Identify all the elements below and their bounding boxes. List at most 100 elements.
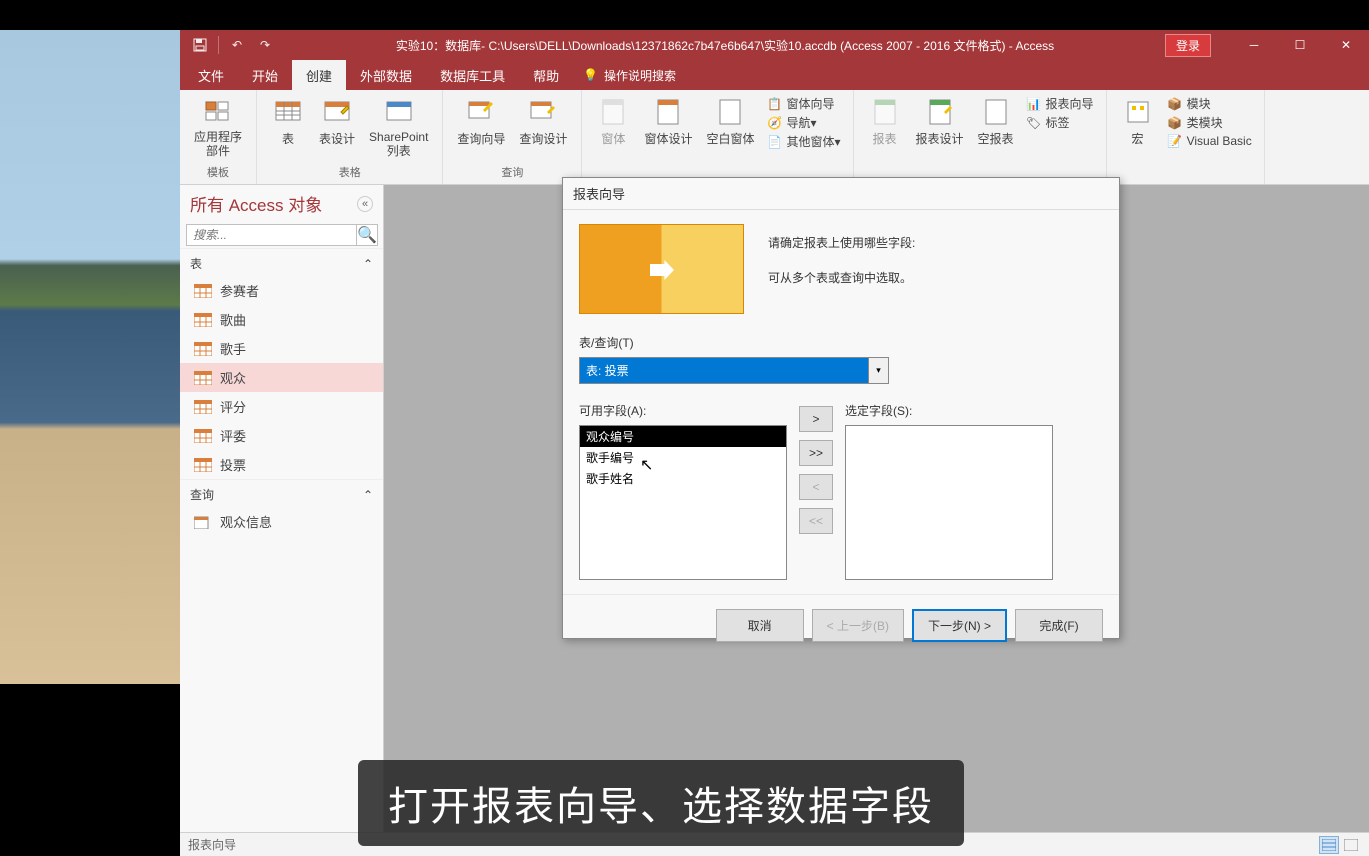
- titlebar: ↶ ↷ 实验10：数据库- C:\Users\DELL\Downloads\12…: [180, 30, 1369, 60]
- sharepoint-icon: [383, 96, 415, 128]
- menu-create[interactable]: 创建: [292, 60, 346, 91]
- report-wizard-button[interactable]: 📊报表向导: [1022, 94, 1098, 113]
- form-wizard-button[interactable]: 📋窗体向导: [762, 94, 844, 113]
- report-design-button[interactable]: 报表设计: [910, 94, 970, 149]
- nav-table-item[interactable]: 歌曲: [180, 305, 383, 334]
- module-button[interactable]: 📦模块: [1163, 94, 1256, 113]
- back-button[interactable]: < 上一步(B): [812, 609, 904, 642]
- other-forms-button[interactable]: 📄其他窗体 ▾: [762, 132, 844, 151]
- table-icon: [194, 313, 212, 327]
- nav-title[interactable]: 所有 Access 对象: [190, 191, 322, 216]
- remove-field-button[interactable]: <: [799, 474, 833, 500]
- query-design-button[interactable]: 查询设计: [513, 94, 573, 149]
- add-all-button[interactable]: >>: [799, 440, 833, 466]
- visual-basic-button[interactable]: 📝Visual Basic: [1163, 132, 1256, 150]
- access-window: ↶ ↷ 实验10：数据库- C:\Users\DELL\Downloads\12…: [180, 30, 1369, 856]
- other-forms-icon: 📄: [766, 134, 782, 150]
- maximize-icon[interactable]: ☐: [1277, 30, 1323, 60]
- save-icon[interactable]: [188, 33, 212, 57]
- available-fields-list[interactable]: 观众编号歌手编号歌手姓名: [579, 425, 787, 580]
- table-icon: [194, 400, 212, 414]
- minimize-icon[interactable]: ─: [1231, 30, 1277, 60]
- app-parts-button[interactable]: 应用程序 部件: [188, 94, 248, 161]
- form-button[interactable]: 窗体: [590, 94, 636, 149]
- menu-home[interactable]: 开始: [238, 60, 292, 91]
- query-wizard-button[interactable]: 查询向导: [451, 94, 511, 149]
- desktop-wallpaper: [0, 30, 180, 684]
- table-icon: [194, 284, 212, 298]
- nav-table-item[interactable]: 评分: [180, 392, 383, 421]
- view-datasheet-icon[interactable]: [1319, 836, 1339, 854]
- redo-icon[interactable]: ↷: [253, 33, 277, 57]
- wizard-instructions: 请确定报表上使用哪些字段: 可从多个表或查询中选取。: [768, 224, 1103, 314]
- menubar: 文件 开始 创建 外部数据 数据库工具 帮助 💡 操作说明搜索: [180, 60, 1369, 90]
- cancel-button[interactable]: 取消: [716, 609, 804, 642]
- report-button[interactable]: 报表: [862, 94, 908, 149]
- field-list-item[interactable]: 歌手编号: [580, 447, 786, 468]
- add-field-button[interactable]: >: [799, 406, 833, 432]
- navigation-button[interactable]: 🧭导航 ▾: [762, 113, 844, 132]
- nav-query-item[interactable]: 观众信息: [180, 507, 383, 536]
- report-design-icon: [924, 96, 956, 128]
- nav-table-item[interactable]: 观众: [180, 363, 383, 392]
- nav-table-item[interactable]: 歌手: [180, 334, 383, 363]
- login-button[interactable]: 登录: [1165, 34, 1211, 57]
- window-title: 实验10：数据库- C:\Users\DELL\Downloads\123718…: [285, 37, 1165, 54]
- table-query-label: 表/查询(T): [579, 334, 1103, 351]
- ribbon-group-forms: 窗体 窗体设计 空白窗体 📋窗体向导 🧭导航 ▾ 📄其他窗体 ▾: [582, 90, 853, 184]
- blank-report-icon: [980, 96, 1012, 128]
- ribbon-group-tables: 表 表设计 SharePoint 列表 表格: [257, 90, 443, 184]
- labels-button[interactable]: 🏷标签: [1022, 113, 1098, 132]
- status-text: 报表向导: [188, 836, 236, 853]
- collapse-icon: ⌃: [363, 488, 373, 502]
- blank-report-button[interactable]: 空报表: [972, 94, 1020, 149]
- nav-table-item[interactable]: 评委: [180, 421, 383, 450]
- chevron-down-icon[interactable]: ▾: [869, 357, 889, 384]
- nav-search-input[interactable]: [186, 224, 357, 246]
- available-fields-label: 可用字段(A):: [579, 402, 787, 419]
- table-button[interactable]: 表: [265, 94, 311, 149]
- class-module-button[interactable]: 📦类模块: [1163, 113, 1256, 132]
- form-design-button[interactable]: 窗体设计: [638, 94, 698, 149]
- table-design-button[interactable]: 表设计: [313, 94, 361, 149]
- nav-collapse-icon[interactable]: «: [357, 196, 373, 212]
- class-module-icon: 📦: [1167, 115, 1183, 131]
- blank-form-button[interactable]: 空白窗体: [700, 94, 760, 149]
- selected-fields-list[interactable]: [845, 425, 1053, 580]
- query-icon: [194, 515, 212, 529]
- nav-table-item[interactable]: 投票: [180, 450, 383, 479]
- query-wizard-icon: [465, 96, 497, 128]
- macro-button[interactable]: 宏: [1115, 94, 1161, 149]
- ribbon-group-macros: 宏 📦模块 📦类模块 📝Visual Basic: [1107, 90, 1265, 184]
- next-button[interactable]: 下一步(N) >: [912, 609, 1007, 642]
- ribbon: 应用程序 部件 模板 表 表设计 SharePoint 列表 表格 查询向导 查…: [180, 90, 1369, 185]
- navigation-pane: 所有 Access 对象 « 🔍 表⌃ 参赛者歌曲歌手观众评分评委投票 查询⌃ …: [180, 185, 384, 832]
- menu-file[interactable]: 文件: [184, 60, 238, 91]
- tell-me-search[interactable]: 💡 操作说明搜索: [583, 67, 676, 84]
- collapse-icon: ⌃: [363, 257, 373, 271]
- menu-help[interactable]: 帮助: [519, 60, 573, 91]
- query-design-icon: [527, 96, 559, 128]
- close-icon[interactable]: ✕: [1323, 30, 1369, 60]
- report-icon: [869, 96, 901, 128]
- labels-icon: 🏷: [1026, 115, 1042, 131]
- menu-external[interactable]: 外部数据: [346, 60, 426, 91]
- nav-table-item[interactable]: 参赛者: [180, 276, 383, 305]
- finish-button[interactable]: 完成(F): [1015, 609, 1103, 642]
- view-design-icon[interactable]: [1341, 836, 1361, 854]
- undo-icon[interactable]: ↶: [225, 33, 249, 57]
- ribbon-group-templates: 应用程序 部件 模板: [180, 90, 257, 184]
- field-list-item[interactable]: 观众编号: [580, 426, 786, 447]
- search-icon[interactable]: 🔍: [357, 224, 378, 246]
- menu-dbtools[interactable]: 数据库工具: [426, 60, 519, 91]
- remove-all-button[interactable]: <<: [799, 508, 833, 534]
- nav-group-queries[interactable]: 查询⌃: [180, 479, 383, 507]
- table-query-combo[interactable]: 表: 投票 ▾: [579, 357, 889, 384]
- sharepoint-button[interactable]: SharePoint 列表: [363, 94, 434, 161]
- ribbon-group-reports: 报表 报表设计 空报表 📊报表向导 🏷标签: [854, 90, 1107, 184]
- nav-group-tables[interactable]: 表⌃: [180, 248, 383, 276]
- field-list-item[interactable]: 歌手姓名: [580, 468, 786, 489]
- table-design-icon: [321, 96, 353, 128]
- wizard-title: 报表向导: [563, 178, 1119, 210]
- table-icon: [194, 429, 212, 443]
